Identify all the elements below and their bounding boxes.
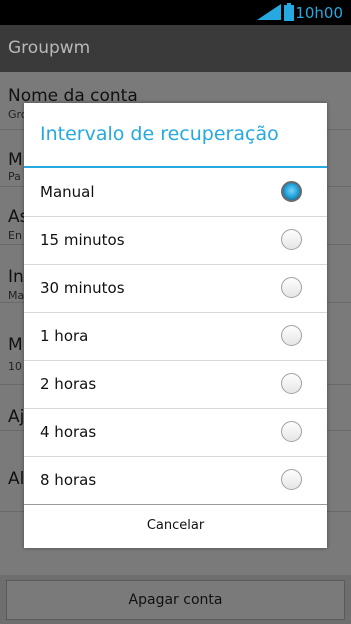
status-time: 10h00 <box>295 4 343 22</box>
option-manual[interactable]: Manual <box>24 169 327 217</box>
status-bar: 10h00 <box>0 0 351 25</box>
option-15-minutes[interactable]: 15 minutos <box>24 217 327 265</box>
setting-subtitle: Ma <box>8 289 25 302</box>
option-2-hours[interactable]: 2 horas <box>24 361 327 409</box>
setting-title: M <box>8 335 23 355</box>
radio-unselected-icon[interactable] <box>281 469 302 490</box>
option-label: 8 horas <box>40 471 97 489</box>
radio-unselected-icon[interactable] <box>281 325 302 346</box>
setting-subtitle: 10 <box>8 360 22 373</box>
bottom-bar: Apagar conta <box>0 575 351 624</box>
option-label: 4 horas <box>40 423 97 441</box>
cancel-button[interactable]: Cancelar <box>24 503 327 548</box>
option-4-hours[interactable]: 4 horas <box>24 409 327 457</box>
option-label: 2 horas <box>40 375 97 393</box>
radio-unselected-icon[interactable] <box>281 277 302 298</box>
option-label: Manual <box>40 183 95 201</box>
option-label: 30 minutos <box>40 279 125 297</box>
radio-unselected-icon[interactable] <box>281 421 302 442</box>
setting-title: Al <box>8 469 25 489</box>
delete-account-button[interactable]: Apagar conta <box>6 580 345 620</box>
option-8-hours[interactable]: 8 horas <box>24 457 327 505</box>
signal-icon <box>257 4 281 20</box>
setting-title: Aj <box>8 407 25 427</box>
dialog-title-divider <box>24 166 327 168</box>
option-1-hour[interactable]: 1 hora <box>24 313 327 361</box>
radio-unselected-icon[interactable] <box>281 229 302 250</box>
radio-unselected-icon[interactable] <box>281 373 302 394</box>
radio-selected-icon[interactable] <box>281 181 302 202</box>
setting-subtitle: Pa <box>8 170 21 183</box>
dialog-title: Intervalo de recuperação <box>40 123 279 145</box>
retrieval-interval-dialog: Intervalo de recuperação Manual 15 minut… <box>24 103 327 548</box>
option-label: 15 minutos <box>40 231 125 249</box>
option-30-minutes[interactable]: 30 minutos <box>24 265 327 313</box>
setting-title: M <box>8 150 23 170</box>
action-bar: Groupwm <box>0 25 351 72</box>
account-title: Groupwm <box>8 38 91 58</box>
option-label: 1 hora <box>40 327 89 345</box>
battery-icon <box>284 3 294 21</box>
setting-subtitle: En <box>8 229 22 242</box>
interval-options-list: Manual 15 minutos 30 minutos 1 hora 2 ho… <box>24 169 327 505</box>
